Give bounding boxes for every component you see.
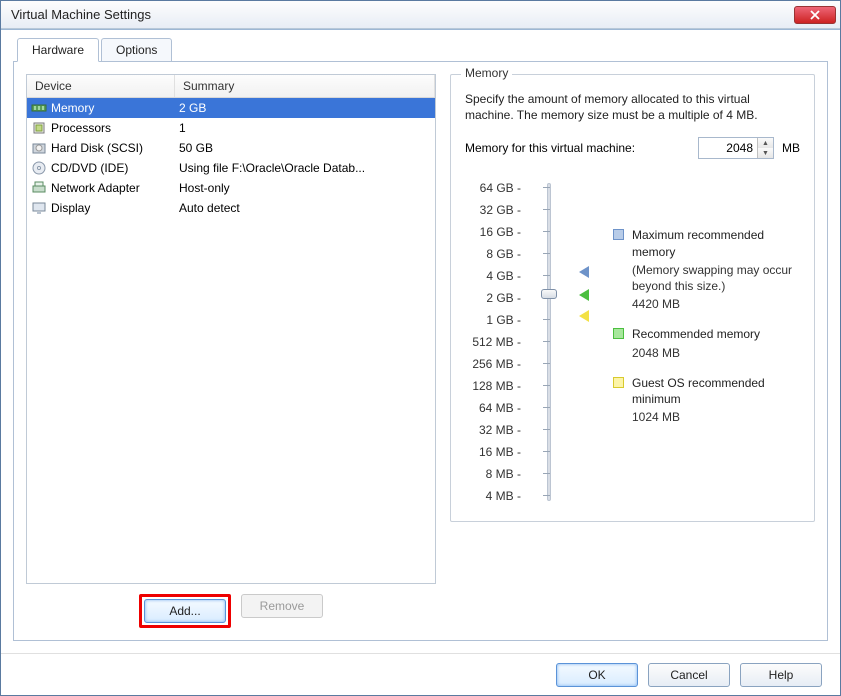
tick-label: 16 MB -: [465, 441, 521, 463]
tick-label: 64 GB -: [465, 177, 521, 199]
tab-page-hardware: Device Summary Memory 2 GB Processors 1 Hard…: [13, 61, 828, 641]
memory-legend: Maximum recommended memory (Memory swapp…: [613, 177, 800, 507]
device-row-memory[interactable]: Memory 2 GB: [27, 98, 435, 118]
close-icon: [810, 10, 820, 20]
tick-label: 16 GB -: [465, 221, 521, 243]
device-name: Hard Disk (SCSI): [51, 141, 143, 155]
memory-group-title: Memory: [461, 66, 512, 80]
device-summary: 2 GB: [175, 101, 435, 115]
memory-input[interactable]: [699, 141, 757, 155]
help-button[interactable]: Help: [740, 663, 822, 687]
marker-min: [579, 310, 589, 322]
device-summary: Auto detect: [175, 201, 435, 215]
legend-max-title: Maximum recommended memory: [632, 227, 800, 259]
slider-thumb[interactable]: [541, 289, 557, 299]
close-button[interactable]: [794, 6, 836, 24]
marker-recommended: [579, 289, 589, 301]
device-name: Display: [51, 201, 90, 215]
add-button[interactable]: Add...: [144, 599, 226, 623]
device-row-display[interactable]: Display Auto detect: [27, 198, 435, 218]
device-summary: Using file F:\Oracle\Oracle Datab...: [175, 161, 435, 175]
device-row-cd[interactable]: CD/DVD (IDE) Using file F:\Oracle\Oracle …: [27, 158, 435, 178]
tick-label: 4 GB -: [465, 265, 521, 287]
tick-label: 64 MB -: [465, 397, 521, 419]
tab-hardware[interactable]: Hardware: [17, 38, 99, 62]
legend-min-sub: 1024 MB: [632, 409, 800, 425]
device-row-net[interactable]: Network Adapter Host-only: [27, 178, 435, 198]
legend-min-title: Guest OS recommended minimum: [632, 375, 800, 407]
memory-slider[interactable]: [537, 177, 563, 507]
marker-max: [579, 266, 589, 278]
memory-icon: [31, 100, 47, 116]
memory-description: Specify the amount of memory allocated t…: [465, 91, 800, 123]
device-summary: 1: [175, 121, 435, 135]
device-name: Network Adapter: [51, 181, 140, 195]
remove-button: Remove: [241, 594, 323, 618]
legend-max-sub1: (Memory swapping may occur beyond this s…: [632, 262, 800, 294]
swatch-min: [613, 377, 624, 388]
slider-tick-labels: 64 GB -32 GB -16 GB -8 GB -4 GB -2 GB -1…: [465, 177, 521, 507]
cd-icon: [31, 160, 47, 176]
legend-rec-title: Recommended memory: [632, 326, 760, 342]
memory-spinner[interactable]: ▲ ▼: [698, 137, 774, 159]
tabs: Hardware Options: [13, 38, 828, 62]
tab-options[interactable]: Options: [101, 38, 172, 62]
tick-label: 8 MB -: [465, 463, 521, 485]
hdd-icon: [31, 140, 47, 156]
spin-down[interactable]: ▼: [758, 148, 773, 158]
tick-label: 32 MB -: [465, 419, 521, 441]
window-title: Virtual Machine Settings: [11, 7, 794, 22]
col-device[interactable]: Device: [27, 75, 175, 97]
tick-label: 4 MB -: [465, 485, 521, 507]
memory-group: Memory Specify the amount of memory allo…: [450, 74, 815, 522]
tick-label: 32 GB -: [465, 199, 521, 221]
device-summary: 50 GB: [175, 141, 435, 155]
cpu-icon: [31, 120, 47, 136]
device-name: CD/DVD (IDE): [51, 161, 128, 175]
legend-rec-sub: 2048 MB: [632, 345, 760, 361]
memory-unit: MB: [782, 141, 800, 155]
display-icon: [31, 200, 47, 216]
swatch-max: [613, 229, 624, 240]
spin-up[interactable]: ▲: [758, 138, 773, 148]
slider-markers: [579, 177, 597, 507]
add-button-highlight: Add...: [139, 594, 231, 628]
device-row-cpu[interactable]: Processors 1: [27, 118, 435, 138]
device-summary: Host-only: [175, 181, 435, 195]
device-name: Processors: [51, 121, 111, 135]
device-row-hdd[interactable]: Hard Disk (SCSI) 50 GB: [27, 138, 435, 158]
legend-max-sub2: 4420 MB: [632, 296, 800, 312]
tick-label: 128 MB -: [465, 375, 521, 397]
ok-button[interactable]: OK: [556, 663, 638, 687]
tick-label: 2 GB -: [465, 287, 521, 309]
cancel-button[interactable]: Cancel: [648, 663, 730, 687]
tick-label: 512 MB -: [465, 331, 521, 353]
col-summary[interactable]: Summary: [175, 75, 435, 97]
device-list[interactable]: Device Summary Memory 2 GB Processors 1 Hard…: [26, 74, 436, 584]
titlebar: Virtual Machine Settings: [1, 1, 840, 29]
dialog-footer: OK Cancel Help: [1, 653, 840, 695]
memory-field-label: Memory for this virtual machine:: [465, 141, 635, 155]
swatch-rec: [613, 328, 624, 339]
device-name: Memory: [51, 101, 94, 115]
net-icon: [31, 180, 47, 196]
tick-label: 256 MB -: [465, 353, 521, 375]
tick-label: 1 GB -: [465, 309, 521, 331]
tick-label: 8 GB -: [465, 243, 521, 265]
device-list-header: Device Summary: [27, 75, 435, 98]
